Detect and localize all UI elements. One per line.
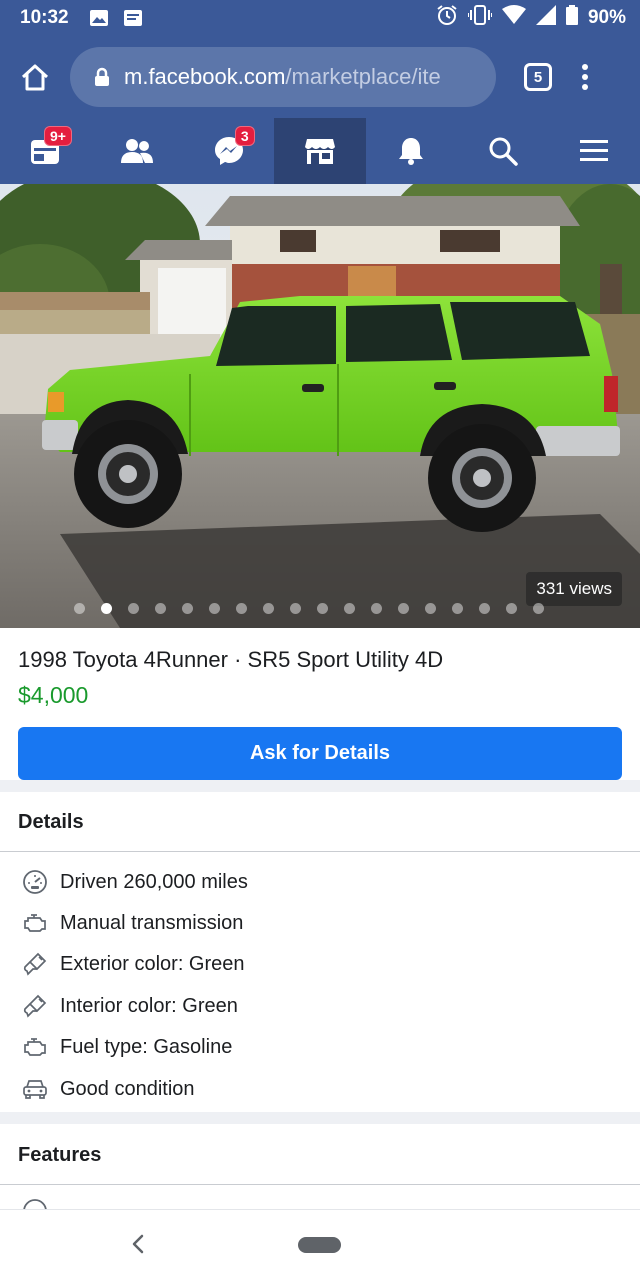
detail-text: Interior color: Green [60,994,238,1017]
speedometer-icon [22,869,48,895]
pager-dot[interactable] [398,603,409,614]
pager-dot[interactable] [344,603,355,614]
detail-text: Manual transmission [60,911,244,934]
engine-icon [22,910,48,936]
pager-dot[interactable] [533,603,544,614]
marketplace-icon [304,139,335,164]
pager-dot[interactable] [506,603,517,614]
nav-menu[interactable] [549,118,640,184]
pager-dot[interactable] [479,603,490,614]
tab-switcher-button[interactable]: 5 [524,63,552,91]
paintbrush-icon [22,951,48,977]
pager-dot[interactable] [263,603,274,614]
listing-photo[interactable]: 331 views [0,184,640,628]
messenger-badge: 3 [234,126,255,146]
detail-mileage: Driven 260,000 miles [22,867,248,897]
section-separator [0,780,640,792]
listing-price: $4,000 [18,682,89,708]
pager-dot[interactable] [101,603,112,614]
feed-badge: 9+ [44,126,72,146]
pager-dot[interactable] [290,603,301,614]
alarm-icon [436,4,458,32]
nav-messenger[interactable]: 3 [183,118,274,184]
browser-home-button[interactable] [0,36,70,118]
detail-interior-color: Interior color: Green [22,991,238,1021]
features-heading: Features [18,1144,102,1166]
section-separator [0,1112,640,1124]
nav-friends[interactable] [91,118,182,184]
car-icon [22,1076,48,1102]
facebook-nav: 9+ 3 [0,118,640,184]
home-icon [21,64,49,91]
status-time: 10:32 [20,7,69,28]
nav-search[interactable] [457,118,548,184]
bell-icon [399,138,424,165]
url-path: /marketplace/ite [285,64,441,89]
pager-dot[interactable] [236,603,247,614]
pager-dot[interactable] [182,603,193,614]
nav-marketplace[interactable] [274,118,366,184]
pager-dot[interactable] [425,603,436,614]
pager-dot[interactable] [128,603,139,614]
detail-text: Fuel type: Gasoline [60,1035,233,1058]
battery-percent: 90% [587,7,626,28]
pager-dot[interactable] [452,603,463,614]
search-icon [489,137,518,166]
battery-icon [565,5,578,31]
ask-for-details-button[interactable]: Ask for Details [18,727,622,780]
pager-dot[interactable] [209,603,220,614]
browser-toolbar: m.facebook.com/marketplace/ite 5 [0,36,640,118]
signal-icon [535,5,556,31]
nav-feed[interactable]: 9+ [0,118,91,184]
detail-condition: Good condition [22,1074,195,1104]
hamburger-icon [580,140,609,161]
vibrate-icon [466,5,493,31]
detail-text: Exterior color: Green [60,952,245,975]
message-icon [123,9,143,27]
vehicle-photo [0,184,640,628]
paintbrush-icon [22,993,48,1019]
detail-fuel-type: Fuel type: Gasoline [22,1032,232,1062]
image-icon [89,9,109,27]
divider [0,851,640,852]
back-button[interactable] [128,1232,148,1261]
back-chevron-icon [132,1234,144,1254]
pager-dot[interactable] [155,603,166,614]
detail-exterior-color: Exterior color: Green [22,949,245,979]
pager-dot[interactable] [74,603,85,614]
pager-dot[interactable] [371,603,382,614]
url-host: m.facebook.com [124,64,286,89]
detail-text: Good condition [60,1077,195,1100]
browser-menu-button[interactable] [582,64,588,90]
status-bar: 10:32 90% [0,0,640,36]
photo-pager-dots[interactable] [74,603,544,614]
pager-dot[interactable] [317,603,328,614]
engine-icon [22,1034,48,1060]
view-count: 331 views [526,572,622,606]
wifi-icon [501,5,526,31]
detail-transmission: Manual transmission [22,908,243,938]
details-heading: Details [18,811,84,833]
divider [0,1184,640,1185]
detail-text: Driven 260,000 miles [60,870,248,893]
home-pill-button[interactable] [298,1237,341,1253]
nav-notifications[interactable] [366,118,457,184]
lock-icon [94,67,110,87]
android-nav-bar [0,1209,640,1280]
friends-icon [121,139,154,163]
url-bar[interactable]: m.facebook.com/marketplace/ite [70,47,496,107]
listing-title: 1998 Toyota 4Runner · SR5 Sport Utility … [18,647,444,672]
